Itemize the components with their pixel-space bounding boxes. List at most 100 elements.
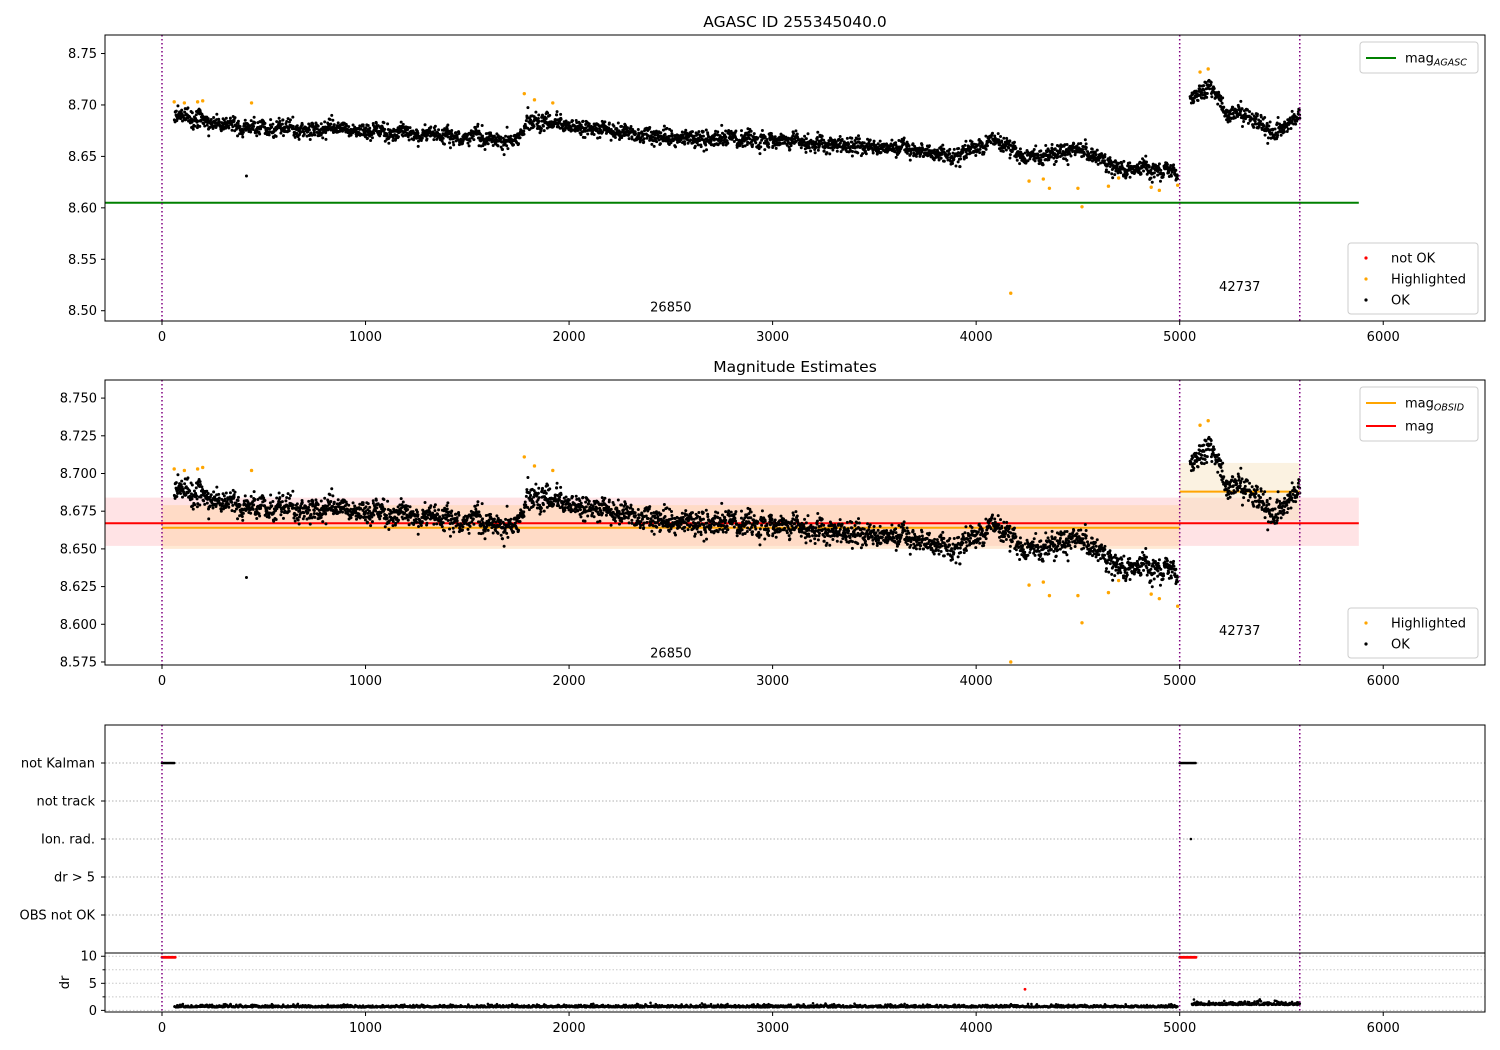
data-point-ok <box>1169 174 1173 178</box>
data-point-ok <box>552 502 556 506</box>
data-point-ok <box>296 518 300 522</box>
data-point-highlighted <box>1106 184 1111 188</box>
data-point-ok <box>613 135 617 139</box>
data-point-ok <box>324 512 328 516</box>
x-tick-label: 4000 <box>960 330 993 345</box>
data-point-ok <box>446 518 450 522</box>
data-point-ok <box>517 142 521 146</box>
data-point-ok <box>253 121 257 125</box>
data-point-ok <box>1240 107 1244 111</box>
data-point-ok <box>701 134 705 138</box>
data-point-ok <box>804 137 808 141</box>
data-point-ok <box>1254 117 1258 121</box>
data-point-ok <box>1248 110 1252 114</box>
data-point-highlighted <box>1009 291 1013 295</box>
data-point-ok <box>894 141 898 145</box>
data-point-ok <box>1217 90 1221 94</box>
data-point-highlighted <box>1047 186 1052 190</box>
data-point-ok <box>894 155 898 159</box>
data-point-ok <box>448 146 452 150</box>
data-point-ok <box>275 496 279 500</box>
data-point-ok <box>555 486 559 490</box>
data-point-ok <box>258 132 262 136</box>
data-point-ok <box>287 509 291 513</box>
data-point-ok <box>579 515 583 519</box>
data-point-ok <box>539 510 543 514</box>
data-point-ok <box>740 141 744 145</box>
data-point-ok <box>415 520 419 524</box>
data-point-ok <box>420 520 424 524</box>
data-point-ok <box>442 529 446 533</box>
data-point-ok <box>541 503 545 507</box>
data-point-ok <box>541 486 545 490</box>
data-point-ok <box>978 151 982 155</box>
data-point-ok <box>845 136 849 140</box>
data-point-ok <box>820 134 824 138</box>
data-point-ok <box>544 491 548 495</box>
data-point-ok <box>457 513 461 517</box>
data-point-ok <box>763 148 767 152</box>
data-point-ok <box>450 129 454 133</box>
data-point-ok <box>319 499 323 503</box>
data-point-ok <box>441 136 445 140</box>
data-point-ok <box>574 494 578 498</box>
data-point-ok <box>191 127 195 131</box>
data-point-ok <box>990 131 994 135</box>
data-point-ok <box>603 496 607 500</box>
data-point-ok <box>1209 80 1213 84</box>
data-point-ok <box>863 149 867 153</box>
data-point-ok <box>423 501 427 505</box>
data-point-ok <box>198 124 202 128</box>
data-point-ok <box>665 126 669 130</box>
data-point-ok <box>652 144 656 148</box>
data-point-ok <box>760 128 764 132</box>
data-point-ok <box>670 129 674 133</box>
data-point-ok <box>396 135 400 139</box>
data-point-ok <box>584 500 588 504</box>
data-point-highlighted <box>1041 177 1046 181</box>
data-point-ok <box>1231 111 1235 115</box>
data-point-ok <box>663 132 667 136</box>
data-point-ok <box>399 120 403 124</box>
data-point-ok <box>1220 101 1224 105</box>
data-point-ok <box>999 134 1003 138</box>
data-point-ok <box>871 151 875 155</box>
data-point-ok <box>502 153 506 157</box>
data-point-ok <box>576 509 580 513</box>
data-point-ok <box>567 498 571 502</box>
data-point-ok <box>586 132 590 136</box>
data-point-ok <box>351 501 355 505</box>
data-point-ok <box>578 508 582 512</box>
figure: 26850427370 1000 2000 3000 4000 5000 60008.508… <box>20 13 1486 1036</box>
data-point-ok <box>509 134 513 138</box>
data-point-ok <box>701 130 705 134</box>
data-point-ok <box>190 497 194 501</box>
data-point-ok <box>476 503 480 507</box>
data-point-ok <box>280 510 284 514</box>
data-point-ok <box>228 116 232 120</box>
data-point-ok <box>1202 84 1206 88</box>
data-point-ok <box>724 135 728 139</box>
data-point-ok <box>951 162 955 166</box>
data-point-highlighted <box>249 101 254 105</box>
y-tick-label: 8.55 <box>68 253 97 268</box>
data-point-ok <box>616 121 620 125</box>
data-point-ok <box>724 129 728 133</box>
data-point-ok <box>369 139 373 143</box>
data-point-ok <box>415 510 419 514</box>
data-point-ok <box>452 143 456 147</box>
data-point-ok <box>391 519 395 523</box>
data-point-ok <box>386 122 390 126</box>
y-tick-label: 8.60 <box>68 201 97 216</box>
data-point-ok <box>505 144 509 148</box>
data-point-ok <box>1253 119 1257 123</box>
data-point-ok <box>546 483 550 487</box>
data-point-ok <box>319 516 323 520</box>
data-point-ok <box>174 481 178 485</box>
data-point-ok <box>522 510 526 514</box>
data-point-ok <box>428 510 432 514</box>
y-tick-label: 8.65 <box>68 150 97 165</box>
data-point-ok <box>564 495 568 499</box>
data-point-ok <box>1015 158 1019 162</box>
data-point-ok <box>546 111 550 115</box>
